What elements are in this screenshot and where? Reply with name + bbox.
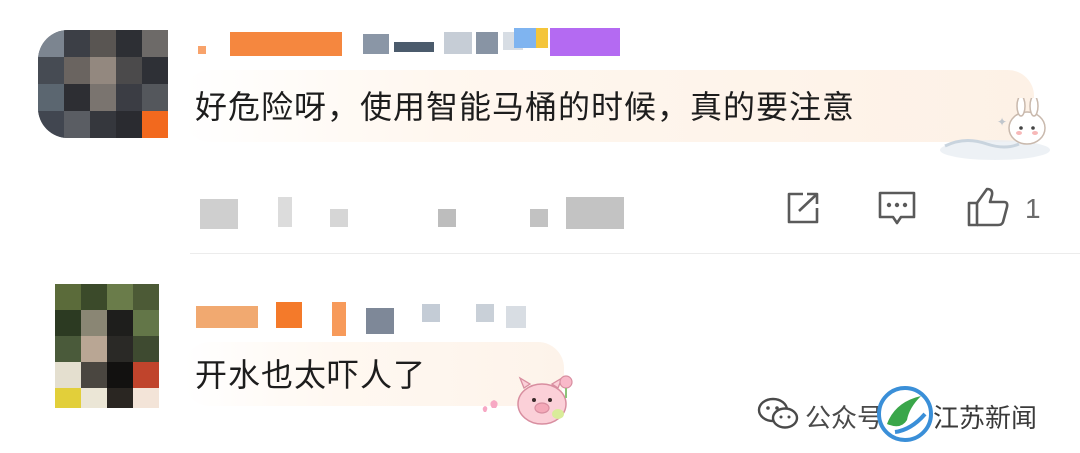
reply-icon [878, 191, 916, 225]
username[interactable] [196, 300, 536, 336]
comment-text: 开水也太吓人了 [195, 356, 427, 394]
publisher-name: 江苏新闻 [933, 404, 1038, 434]
publisher-logo-icon [877, 386, 933, 442]
comment-text: 好危险呀，使用智能马桶的时候，真的要注意 [195, 88, 856, 126]
publisher-watermark: 公众号 江苏新闻 [755, 386, 1075, 448]
bunny-sticker-icon: ✦ [940, 98, 1050, 160]
like-button[interactable] [964, 184, 1012, 230]
comment-item: 好危险呀，使用智能马桶的时候，真的要注意 ✦ 1 [0, 0, 1080, 253]
comment-item: 开水也太吓人了 公众号 江苏新闻 [0, 254, 1080, 453]
like-count: 1 [1025, 193, 1041, 224]
wechat-icon [757, 397, 799, 429]
avatar[interactable] [55, 284, 159, 408]
username[interactable] [198, 28, 628, 56]
pig-sticker-icon [482, 375, 573, 425]
share-icon [787, 192, 819, 224]
reply-button[interactable] [874, 186, 920, 230]
share-button[interactable] [782, 188, 824, 228]
avatar[interactable] [38, 30, 168, 138]
thumbs-up-icon [967, 187, 1009, 227]
svg-text:✦: ✦ [997, 115, 1007, 129]
comment-meta [200, 195, 630, 235]
channel-label: 公众号 [805, 404, 884, 434]
